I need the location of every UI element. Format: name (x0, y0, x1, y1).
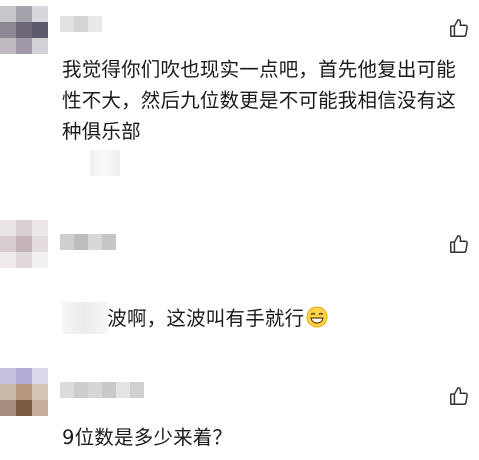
thumbs-up-icon (450, 235, 468, 253)
comment-text-row: 这波啊，这波叫有手就行 (62, 272, 461, 368)
comment-2: 这波啊，这波叫有手就行 (0, 210, 479, 340)
like-button[interactable] (439, 376, 479, 416)
comment-3: 9位数是多少来着？ (0, 360, 479, 460)
comment-1: 我觉得你们吹也现实一点吧，首先他复出可能性不大，然后九位数更是不可能我相信没有这… (0, 0, 479, 200)
grinning-face-emoji (306, 306, 328, 337)
thumbs-up-icon (450, 387, 468, 405)
like-button[interactable] (439, 8, 479, 48)
avatar[interactable] (0, 368, 48, 416)
thumbs-up-icon (450, 19, 468, 37)
like-button[interactable] (439, 224, 479, 264)
reply-meta-blurred (90, 150, 120, 176)
avatar[interactable] (0, 6, 48, 54)
comment-text: 9位数是多少来着？ (62, 426, 233, 449)
avatar[interactable] (0, 220, 48, 268)
reply-meta-blurred (62, 302, 108, 334)
comment-text: 这波啊，这波叫有手就行 (87, 307, 305, 330)
comment-text: 我觉得你们吹也现实一点吧，首先他复出可能性不大，然后九位数更是不可能我相信没有这… (62, 58, 457, 143)
